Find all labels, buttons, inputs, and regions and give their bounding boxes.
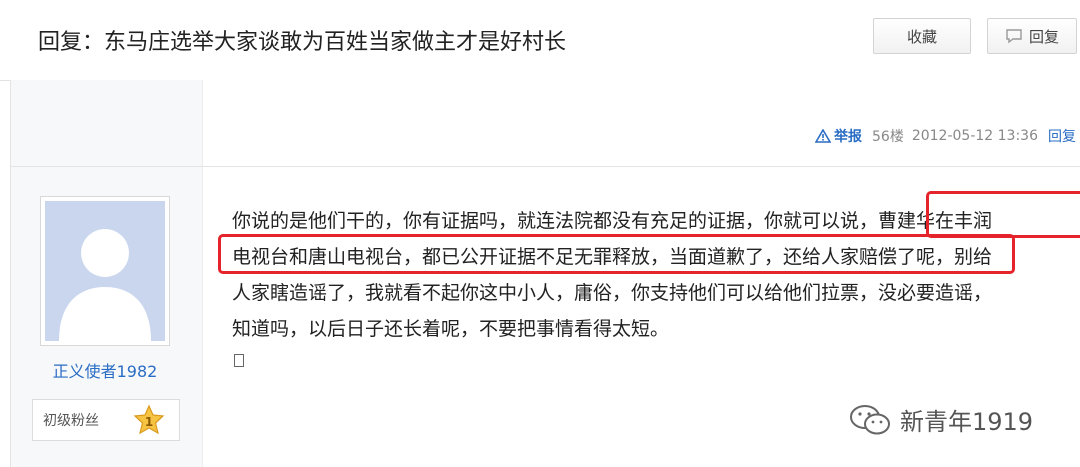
avatar[interactable] bbox=[40, 196, 170, 346]
reply-button[interactable]: 回复 bbox=[987, 18, 1077, 54]
post-line: 人家瞎造谣了，我就看不起你这中小人，庸俗，你支持他们可以给他们拉票，没必要造谣， bbox=[232, 282, 993, 304]
reply-link[interactable]: 回复 bbox=[1048, 126, 1076, 146]
rank-label: 初级粉丝 bbox=[43, 413, 99, 429]
post-meta-row bbox=[202, 80, 1080, 166]
default-avatar-icon bbox=[45, 201, 165, 341]
thread-header: 回复：东马庄选举大家谈敢为百姓当家做主才是好村长 收藏 回复 bbox=[0, 0, 1080, 81]
warning-icon bbox=[815, 129, 831, 143]
speech-bubble-icon bbox=[1006, 29, 1022, 44]
post-line: 知道吗，以后日子还长着呢，不要把事情看得太短。 bbox=[232, 318, 670, 340]
thread-title: 回复：东马庄选举大家谈敢为百姓当家做主才是好村长 bbox=[38, 30, 567, 55]
rank-badge: 初级粉丝 1 bbox=[32, 399, 180, 441]
favorite-button[interactable]: 收藏 bbox=[873, 18, 971, 54]
post-line: 你说的是他们干的，你有证据吗，就连法院都没有充足的证据，你就可以说，曹建华在丰润 bbox=[232, 210, 993, 232]
star-icon: 1 bbox=[133, 404, 165, 435]
reply-button-label: 回复 bbox=[1028, 27, 1059, 46]
watermark-text: 新青年1919 bbox=[900, 408, 1034, 436]
post-meta: 举报 56楼 2012-05-12 13:36 回复 bbox=[815, 126, 1076, 146]
author-name[interactable]: 正义使者1982 bbox=[40, 358, 170, 382]
post-timestamp: 2012-05-12 13:36 bbox=[911, 128, 1038, 144]
watermark: 新青年1919 bbox=[848, 402, 1033, 437]
post-body: 你说的是他们干的，你有证据吗，就连法院都没有充足的证据，你就可以说，曹建华在丰润… bbox=[232, 203, 1074, 347]
wechat-icon bbox=[850, 404, 890, 434]
rank-level: 1 bbox=[145, 415, 153, 429]
report-link[interactable]: 举报 bbox=[815, 126, 862, 146]
post-line: 电视台和唐山电视台，都已公开证据不足无罪释放，当面道歉了，还给人家赔偿了呢，别给 bbox=[232, 246, 993, 268]
report-label: 举报 bbox=[834, 129, 862, 145]
floor-number: 56楼 bbox=[872, 129, 904, 145]
missing-glyph-box bbox=[234, 354, 244, 367]
